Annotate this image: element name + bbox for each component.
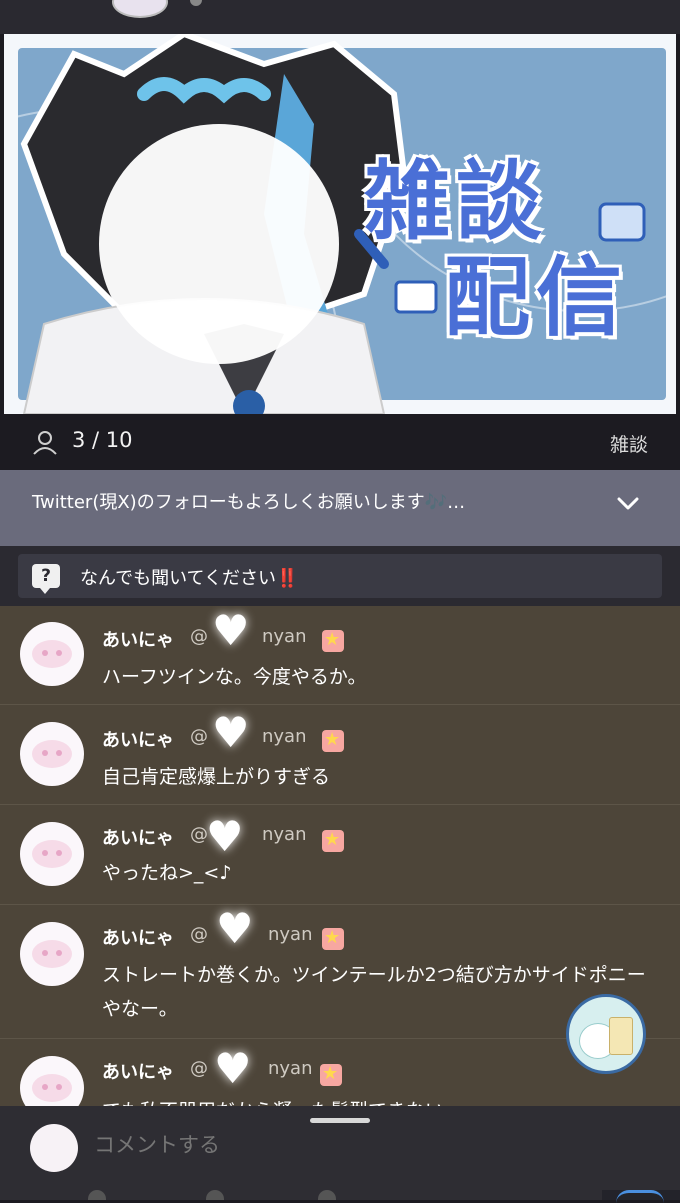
commenter-handle-prefix: @ bbox=[190, 626, 208, 647]
title-line-2: 配信 bbox=[444, 248, 628, 348]
comment-composer bbox=[0, 1106, 680, 1200]
list-item[interactable]: あいにゃ @ ♥ nyan 自己肯定感爆上がりすぎる bbox=[0, 704, 680, 805]
drag-handle[interactable] bbox=[310, 1118, 370, 1123]
avatar[interactable] bbox=[20, 1056, 84, 1106]
commenter-handle-suffix: nyan bbox=[268, 1058, 313, 1079]
list-item[interactable]: あいにゃ @ ♥ nyan やったね>_<♪ bbox=[0, 804, 680, 905]
heart-icon: ♥ bbox=[206, 812, 244, 861]
stream-info-bar: 3 / 10 雑談 bbox=[0, 414, 680, 470]
comment-text: 自己肯定感爆上がりすぎる bbox=[102, 766, 331, 788]
heart-icon: ♥ bbox=[212, 606, 250, 655]
stream-title-art: 雑談 配信 bbox=[364, 154, 664, 374]
nav-tab[interactable] bbox=[206, 1190, 224, 1200]
commenter-name[interactable]: あいにゃ bbox=[102, 726, 174, 752]
nav-tab[interactable] bbox=[88, 1190, 106, 1200]
heart-icon: ♥ bbox=[216, 904, 254, 953]
question-prompt-text: なんでも聞いてください bbox=[80, 568, 277, 589]
star-badge-icon bbox=[322, 629, 344, 652]
commenter-handle-suffix: nyan bbox=[262, 626, 307, 647]
title-line-1: 雑談 bbox=[364, 152, 548, 252]
commenter-handle-suffix: nyan bbox=[262, 726, 307, 747]
commenter-name[interactable]: あいにゃ bbox=[102, 626, 174, 652]
question-box[interactable]: ? なんでも聞いてください‼️ bbox=[18, 554, 662, 598]
avatar[interactable] bbox=[20, 622, 84, 686]
nav-tab[interactable] bbox=[318, 1190, 336, 1200]
avatar[interactable] bbox=[20, 922, 84, 986]
commenter-name[interactable]: あいにゃ bbox=[102, 1058, 174, 1084]
person-icon bbox=[33, 431, 57, 455]
question-prompt: なんでも聞いてください‼️ bbox=[80, 564, 298, 590]
comment-input[interactable] bbox=[92, 1132, 596, 1158]
progress-ring-icon bbox=[602, 1190, 680, 1200]
avatar[interactable] bbox=[20, 822, 84, 886]
star-badge-icon bbox=[320, 1063, 342, 1086]
streamer-avatar[interactable] bbox=[112, 0, 168, 18]
comment-text: ハーフツインな。今度やるか。 bbox=[102, 666, 367, 688]
commenter-name[interactable]: あいにゃ bbox=[102, 824, 174, 850]
comment-text: でも私不器用だから凝った髪型できない bbox=[102, 1094, 662, 1106]
viewer-count: 3 / 10 bbox=[72, 428, 133, 452]
description-panel[interactable]: Twitter(現X)のフォローもよろしくお願いします🎶… bbox=[0, 470, 680, 546]
star-badge-icon bbox=[322, 829, 344, 852]
list-item[interactable]: あいにゃ @ ♥ nyan ハーフツインな。今度やるか。 bbox=[0, 606, 680, 705]
gift-button[interactable] bbox=[566, 994, 646, 1074]
my-avatar[interactable] bbox=[30, 1124, 78, 1172]
question-bubble-icon: ? bbox=[32, 564, 60, 594]
status-dot bbox=[190, 0, 202, 6]
category-tag[interactable]: 雑談 bbox=[610, 430, 648, 457]
cup-icon bbox=[609, 1017, 633, 1055]
star-badge-icon bbox=[322, 729, 344, 752]
chevron-down-icon[interactable] bbox=[616, 496, 640, 512]
star-badge-icon bbox=[322, 927, 344, 950]
question-section: ? なんでも聞いてください‼️ bbox=[0, 546, 680, 606]
heart-icon: ♥ bbox=[214, 1044, 252, 1093]
heart-icon: ♥ bbox=[212, 708, 250, 757]
question-emphasis: ‼️ bbox=[276, 568, 299, 589]
commenter-name[interactable]: あいにゃ bbox=[102, 924, 174, 950]
description-text: Twitter(現X)のフォローもよろしくお願いします🎶… bbox=[32, 492, 466, 513]
commenter-handle-suffix: nyan bbox=[262, 824, 307, 845]
commenter-handle-suffix: nyan bbox=[268, 924, 313, 945]
commenter-handle-prefix: @ bbox=[190, 726, 208, 747]
stream-thumbnail[interactable]: 雑談 配信 bbox=[4, 34, 676, 414]
top-header bbox=[0, 0, 680, 34]
avatar[interactable] bbox=[20, 722, 84, 786]
commenter-handle-prefix: @ bbox=[190, 924, 208, 945]
commenter-handle-prefix: @ bbox=[190, 1058, 208, 1079]
comment-text: やったね>_<♪ bbox=[102, 862, 232, 884]
bottom-nav bbox=[0, 1190, 680, 1200]
